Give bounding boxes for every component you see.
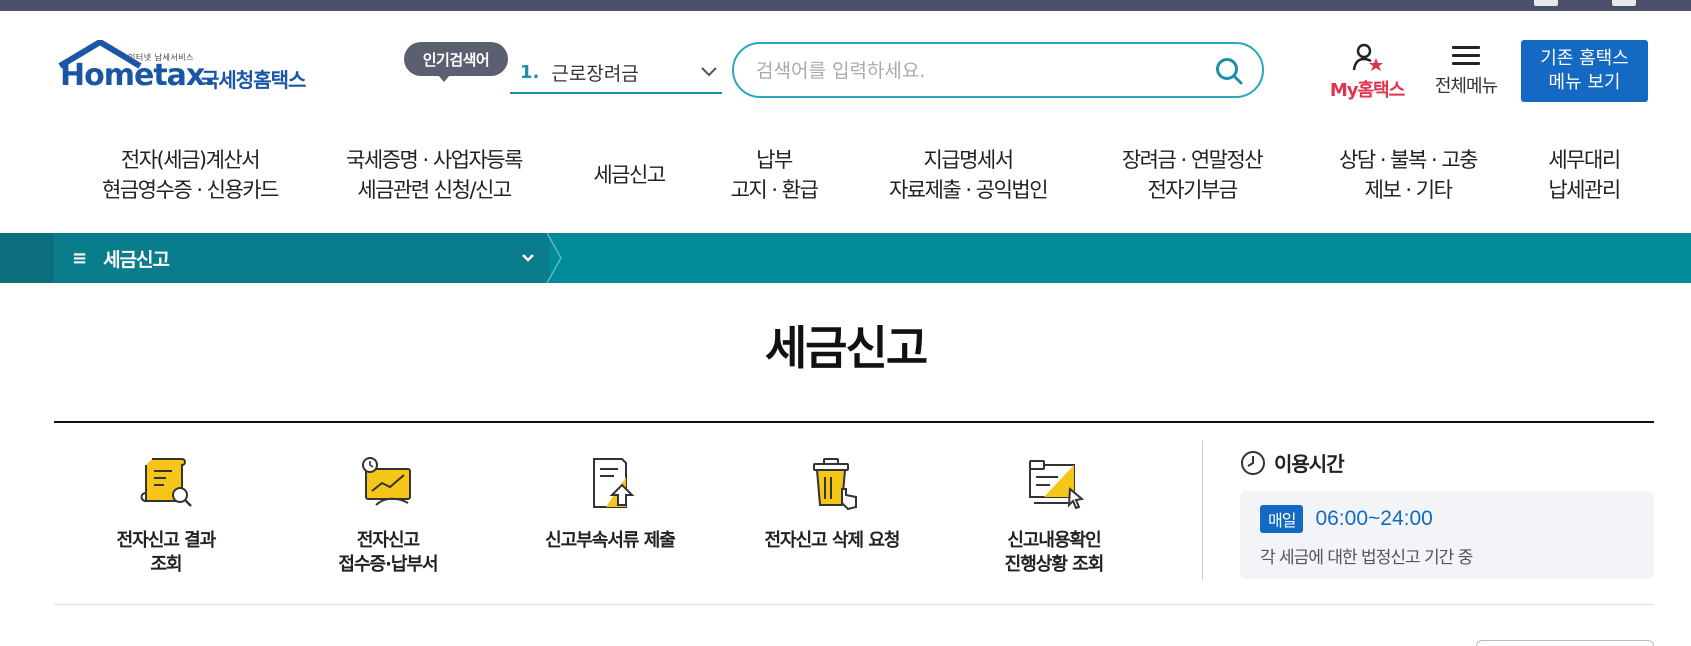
chevron-down-icon [701, 67, 717, 77]
global-navigation: 전자(세금)계산서 현금영수증 · 신용카드 국세증명 · 사업자등록 세금관련… [0, 140, 1691, 220]
gnb-line: 세무대리 [1548, 148, 1621, 172]
my-hometax-label: My홈택스 [1329, 80, 1405, 101]
gnb-line: 세금신고 [593, 163, 666, 187]
gnb-line: 세금관련 신청/신고 [357, 178, 512, 202]
hamburger-icon [1452, 44, 1480, 66]
quick-line: 진행상황 조회 [1004, 554, 1105, 575]
quick-item-attachment[interactable]: 신고부속서류 제출 [510, 455, 710, 553]
search-icon[interactable] [1214, 56, 1244, 86]
gnb-item-payment-statement[interactable]: 지급명세서 자료제출 · 공익법인 [868, 140, 1068, 210]
search-box [732, 42, 1264, 98]
popular-search-badge: 인기검색어 [404, 42, 508, 82]
document-upload-icon [593, 458, 635, 508]
logo-korean-name: 국세청홈택스 [201, 68, 306, 92]
all-menu-button[interactable]: 전체메뉴 [1426, 42, 1506, 100]
quick-item-label: 전자신고 결과 조회 [66, 529, 266, 577]
old-menu-line1: 기존 홈택스 [1540, 48, 1629, 69]
breadcrumb-arrow-icon [546, 233, 562, 283]
utility-box-2[interactable] [1612, 0, 1636, 6]
quick-item-label: 전자신고 삭제 요청 [732, 529, 932, 553]
quick-line: 신고내용확인 [1007, 530, 1101, 551]
gnb-item-tax-agent[interactable]: 세무대리 납세관리 [1534, 140, 1634, 210]
usage-time-heading: 이용시간 [1240, 448, 1654, 477]
gnb-line: 고지 · 환급 [730, 178, 819, 202]
gnb-line: 국세증명 · 사업자등록 [346, 148, 523, 172]
search-input[interactable] [756, 56, 1196, 86]
usage-time-desc: 각 세금에 대한 법정신고 기간 중 [1260, 548, 1473, 568]
logo-brand: Hometax. [60, 58, 216, 93]
old-menu-line2: 메뉴 보기 [1548, 72, 1621, 93]
document-search-icon [140, 458, 192, 507]
gnb-line: 장려금 · 연말정산 [1121, 148, 1264, 172]
gnb-line: 전자기부금 [1147, 178, 1238, 202]
gnb-line: 전자(세금)계산서 [120, 148, 261, 172]
quick-item-label: 전자신고 접수증·납부서 [288, 529, 488, 577]
partial-button[interactable] [1476, 640, 1654, 646]
gnb-line: 상담 · 불복 · 고충 [1339, 148, 1478, 172]
popular-rank: 1. [520, 61, 540, 83]
clock-icon [1241, 450, 1265, 475]
quick-item-result-lookup[interactable]: 전자신고 결과 조회 [66, 455, 266, 577]
gnb-line: 납부 [756, 148, 793, 172]
section-divider-bottom [54, 604, 1654, 605]
top-utility-bar [0, 0, 1691, 11]
list-icon: ≡ [72, 247, 88, 269]
gnb-item-e-invoice[interactable]: 전자(세금)계산서 현금영수증 · 신용카드 [72, 140, 308, 210]
user-star-icon [1352, 43, 1383, 71]
popular-term: 근로장려금 [551, 62, 639, 85]
quick-item-content-check[interactable]: 신고내용확인 진행상황 조회 [954, 455, 1154, 577]
hometax-logo[interactable]: 인터넷 납세서비스 Hometax. 국세청홈택스 [56, 40, 326, 106]
usage-time-value: 06:00~24:00 [1315, 507, 1433, 530]
location-bar: ≡ 세금신고 [0, 233, 1691, 283]
quick-line: 전자신고 결과 [116, 530, 217, 551]
section-divider [54, 421, 1654, 423]
vertical-separator [1202, 441, 1203, 581]
gnb-line: 현금영수증 · 신용카드 [102, 178, 279, 202]
gnb-item-payment[interactable]: 납부 고지 · 환급 [714, 140, 834, 210]
location-home [0, 233, 54, 283]
usage-time-card: 매일 06:00~24:00 각 세금에 대한 법정신고 기간 중 [1240, 491, 1654, 579]
usage-time-title: 이용시간 [1274, 452, 1345, 476]
gnb-line: 자료제출 · 공익법인 [888, 178, 1049, 202]
gnb-line: 제보 · 기타 [1364, 178, 1453, 202]
daily-badge: 매일 [1260, 505, 1304, 533]
quick-line: 조회 [150, 554, 182, 575]
popular-search-select[interactable]: 1. 근로장려금 [510, 52, 722, 94]
all-menu-label: 전체메뉴 [1434, 76, 1498, 97]
quick-item-delete-request[interactable]: 전자신고 삭제 요청 [732, 455, 932, 553]
chevron-down-icon[interactable] [520, 251, 536, 265]
gnb-line: 지급명세서 [923, 148, 1014, 172]
quick-item-label: 신고부속서류 제출 [510, 529, 710, 553]
usage-time-panel: 이용시간 매일 06:00~24:00 각 세금에 대한 법정신고 기간 중 [1240, 448, 1654, 579]
page-title: 세금신고 [764, 321, 928, 375]
my-hometax-button[interactable]: My홈택스 [1322, 42, 1412, 101]
quick-line: 전자신고 삭제 요청 [764, 530, 900, 551]
receipt-chart-icon [362, 457, 411, 506]
quick-line: 접수증·납부서 [338, 554, 438, 575]
gnb-item-consult[interactable]: 상담 · 불복 · 고충 제보 · 기타 [1316, 140, 1500, 210]
status-check-icon [1029, 460, 1085, 510]
quick-line: 전자신고 [356, 530, 420, 551]
old-hometax-menu-button[interactable]: 기존 홈택스 메뉴 보기 [1521, 40, 1648, 102]
gnb-item-incentive[interactable]: 장려금 · 연말정산 전자기부금 [1106, 140, 1278, 210]
gnb-item-tax-report[interactable]: 세금신고 [574, 140, 684, 210]
gnb-line: 납세관리 [1548, 178, 1621, 202]
gnb-item-certificate[interactable]: 국세증명 · 사업자등록 세금관련 신청/신고 [326, 140, 542, 210]
location-current: 세금신고 [103, 248, 170, 271]
quick-line: 신고부속서류 제출 [545, 530, 676, 551]
quick-item-receipt[interactable]: 전자신고 접수증·납부서 [288, 455, 488, 577]
location-dropdown[interactable]: ≡ 세금신고 [54, 233, 550, 283]
trash-delete-icon [813, 458, 857, 511]
quick-item-label: 신고내용확인 진행상황 조회 [954, 529, 1154, 577]
utility-box-1[interactable] [1534, 0, 1558, 6]
